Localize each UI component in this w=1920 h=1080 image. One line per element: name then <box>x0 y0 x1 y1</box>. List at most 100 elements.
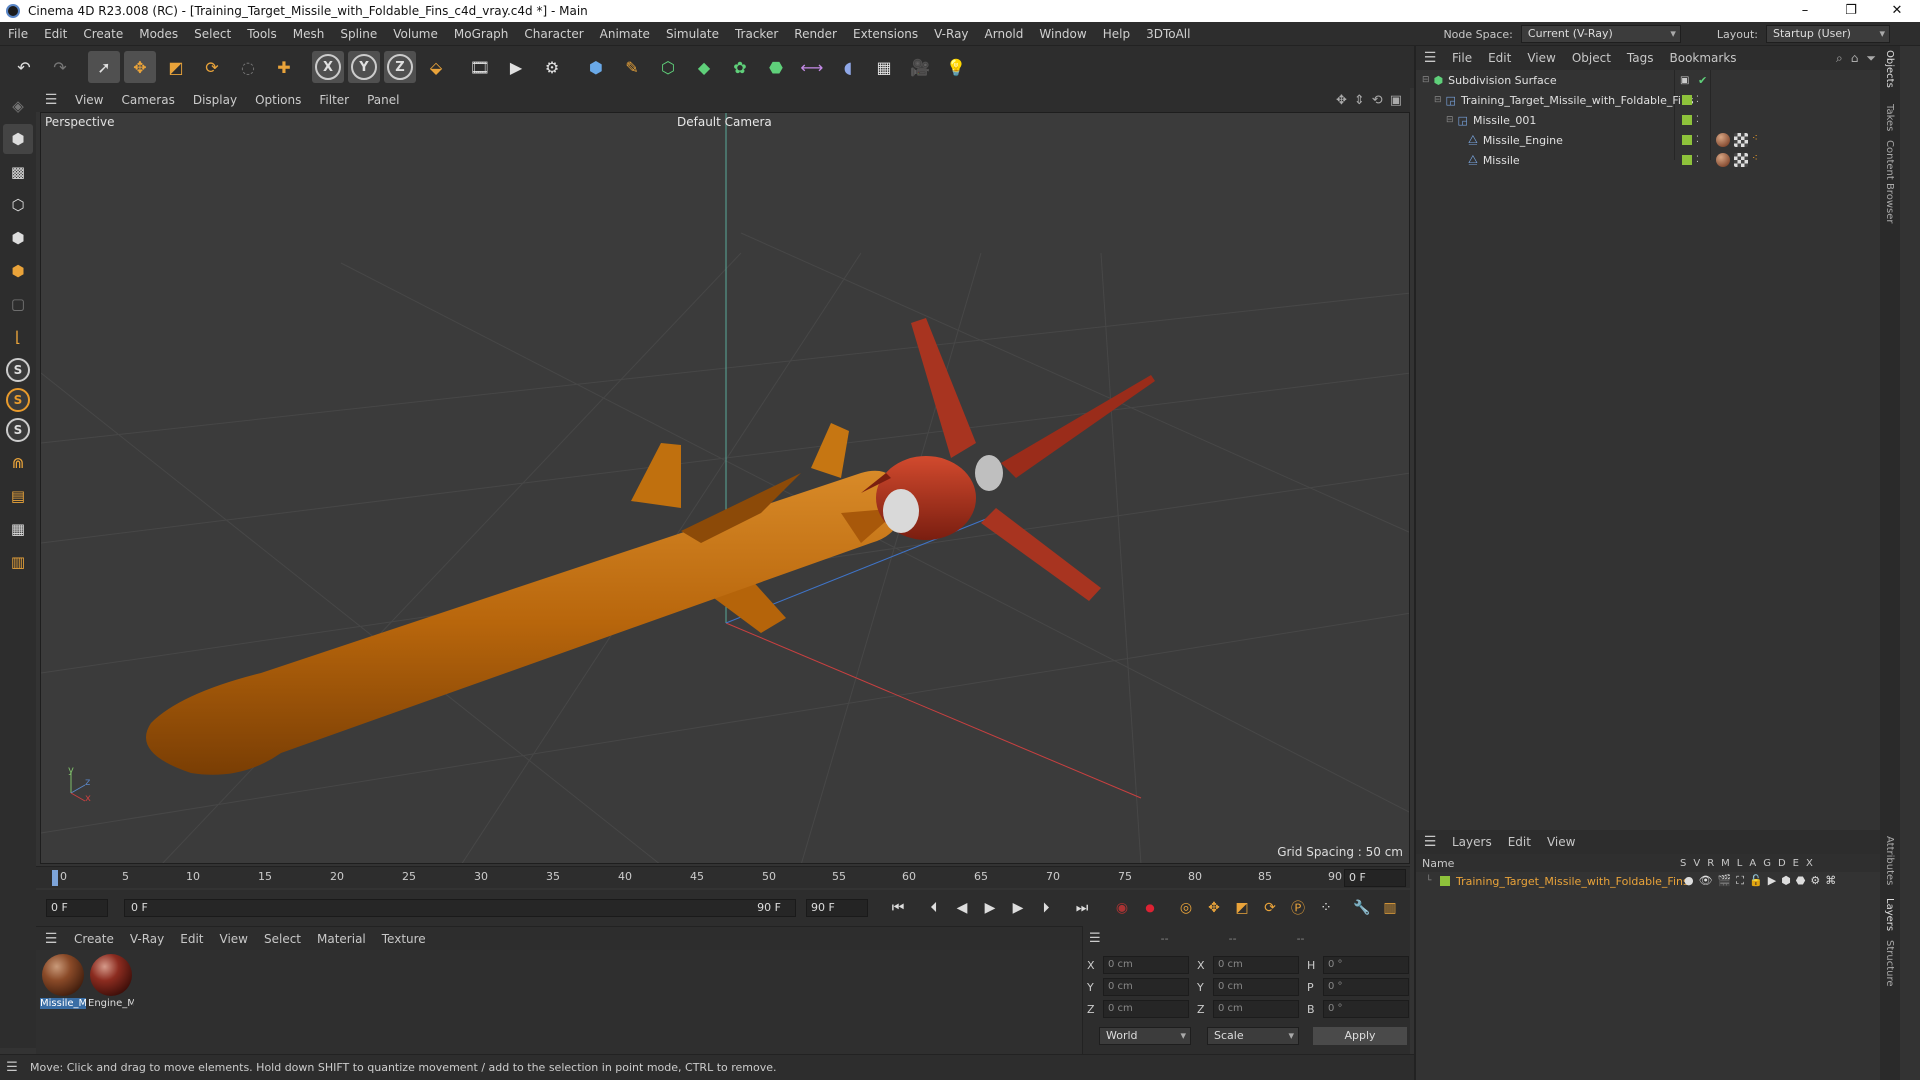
uv-mode-icon[interactable]: ▢ <box>3 289 33 319</box>
checkbox-icon[interactable]: ▣ <box>1680 75 1689 86</box>
y-axis-icon[interactable]: Y <box>348 51 380 83</box>
minimize-button[interactable]: – <box>1782 0 1828 22</box>
coord-size-field[interactable]: 0 cm <box>1213 1000 1299 1018</box>
object-row-missile-engine[interactable]: ⧋ Missile_Engine ⁚ ⁖ <box>1416 130 1894 150</box>
manager-icon[interactable]: ⛶ <box>1736 874 1744 888</box>
cube-icon[interactable]: ⬢ <box>580 51 612 83</box>
boole-icon[interactable]: ⬣ <box>760 51 792 83</box>
layer-flag[interactable] <box>1682 115 1692 125</box>
playhead[interactable] <box>52 870 58 886</box>
solo-icon[interactable]: ● <box>1684 874 1694 888</box>
move-icon[interactable]: ✥ <box>124 51 156 83</box>
hamburger-icon[interactable]: ☰ <box>1089 931 1101 946</box>
key-position-icon[interactable]: ✥ <box>1202 896 1226 920</box>
coord-rotation-field[interactable]: 0 ° <box>1323 1000 1409 1018</box>
model-mode-icon[interactable]: ◈ <box>3 91 33 121</box>
hamburger-icon[interactable]: ☰ <box>1416 50 1444 66</box>
material-menu-select[interactable]: Select <box>256 932 309 946</box>
snap-icon[interactable]: S <box>6 358 30 382</box>
uvw-tag-icon[interactable] <box>1734 153 1748 167</box>
collapse-icon[interactable]: ⊟ <box>1434 95 1442 105</box>
selection-tag-icon[interactable]: ⁖ <box>1752 153 1762 167</box>
menu-arnold[interactable]: Arnold <box>977 22 1032 46</box>
coord-size-field[interactable]: 0 cm <box>1213 956 1299 974</box>
maximize-view-icon[interactable]: ▣ <box>1390 93 1402 108</box>
render-settings-icon[interactable]: ⚙ <box>536 51 568 83</box>
hamburger-icon[interactable]: ☰ <box>1416 834 1444 850</box>
menu-render[interactable]: Render <box>786 22 845 46</box>
object-mode-icon[interactable]: ⬢ <box>3 124 33 154</box>
material-menu-view[interactable]: View <box>212 932 256 946</box>
menu-modes[interactable]: Modes <box>131 22 186 46</box>
object-menu-object[interactable]: Object <box>1564 51 1619 65</box>
menu-spline[interactable]: Spline <box>332 22 385 46</box>
layer-flag[interactable] <box>1682 95 1692 105</box>
menu-character[interactable]: Character <box>516 22 591 46</box>
object-row-missile[interactable]: ⧋ Missile ⁚ ⁖ <box>1416 150 1894 170</box>
key-parameter-icon[interactable]: Ⓟ <box>1286 896 1310 920</box>
axis-mode-icon[interactable]: ⌊ <box>3 322 33 352</box>
menu-edit[interactable]: Edit <box>36 22 75 46</box>
menu-tools[interactable]: Tools <box>239 22 285 46</box>
material-menu-material[interactable]: Material <box>309 932 374 946</box>
snap-workplane-icon[interactable]: S <box>6 418 30 442</box>
coordinate-mode-dropdown[interactable]: World <box>1099 1027 1191 1045</box>
dolly-icon[interactable]: ⇕ <box>1354 93 1365 108</box>
viewport-menu-panel[interactable]: Panel <box>358 93 408 107</box>
menu-vray[interactable]: V-Ray <box>926 22 976 46</box>
menu-volume[interactable]: Volume <box>385 22 446 46</box>
side-tab-takes[interactable]: Takes <box>1884 104 1895 131</box>
dope-sheet-icon[interactable]: ▥ <box>1378 896 1402 920</box>
viewport-menu-cameras[interactable]: Cameras <box>112 93 183 107</box>
generator-icon[interactable]: ⬢ <box>1781 874 1791 888</box>
frame-range-slider[interactable]: 0 F 90 F <box>124 899 796 917</box>
z-axis-icon[interactable]: Z <box>384 51 416 83</box>
collapse-icon[interactable]: ⊟ <box>1446 115 1454 125</box>
lock-icon[interactable]: 🔓 <box>1749 874 1763 888</box>
layer-flag[interactable] <box>1682 155 1692 165</box>
render-icon[interactable]: 🎬 <box>1718 874 1732 888</box>
next-key-icon[interactable]: ⏵ <box>1034 896 1058 920</box>
search-icon[interactable]: ⌕ <box>1836 51 1843 66</box>
lasso-icon[interactable]: ◌ <box>232 51 264 83</box>
material-menu-vray[interactable]: V-Ray <box>122 932 172 946</box>
extrude-icon[interactable]: ◆ <box>688 51 720 83</box>
coord-rotation-field[interactable]: 0 ° <box>1323 978 1409 996</box>
autokey-icon[interactable]: ⏺ <box>1138 896 1162 920</box>
scale-icon[interactable]: ◩ <box>160 51 192 83</box>
menu-file[interactable]: File <box>0 22 36 46</box>
edges-mode-icon[interactable]: ⬢ <box>3 223 33 253</box>
visibility-dots[interactable]: ⁚ <box>1696 135 1699 145</box>
apply-button[interactable]: Apply <box>1313 1027 1407 1045</box>
coord-position-field[interactable]: 0 cm <box>1103 1000 1189 1018</box>
side-tab-attributes[interactable]: Attributes <box>1884 836 1895 885</box>
hamburger-icon[interactable]: ☰ <box>36 931 66 947</box>
visibility-dots[interactable]: ⁚ <box>1696 95 1699 105</box>
layers-menu-view[interactable]: View <box>1539 835 1583 849</box>
selection-tag-icon[interactable]: ⁖ <box>1752 133 1762 147</box>
end-frame-field[interactable]: 90 F <box>806 899 868 917</box>
redo-icon[interactable]: ↷ <box>44 51 76 83</box>
coord-rotation-field[interactable]: 0 ° <box>1323 956 1409 974</box>
layers-menu-layers[interactable]: Layers <box>1444 835 1500 849</box>
material-menu-edit[interactable]: Edit <box>172 932 211 946</box>
key-scale-icon[interactable]: ◩ <box>1230 896 1254 920</box>
layout-dropdown[interactable]: Startup (User) <box>1766 25 1890 43</box>
key-rotation-icon[interactable]: ⟳ <box>1258 896 1282 920</box>
close-button[interactable]: ✕ <box>1874 0 1920 22</box>
eye-icon[interactable]: 👁 <box>1699 874 1713 888</box>
object-menu-file[interactable]: File <box>1444 51 1480 65</box>
camera-icon[interactable]: 🎥 <box>904 51 936 83</box>
side-tab-objects[interactable]: Objects <box>1884 50 1895 88</box>
key-pla-icon[interactable]: ⁘ <box>1314 896 1338 920</box>
object-menu-view[interactable]: View <box>1519 51 1563 65</box>
magnet-icon[interactable]: ⋒ <box>3 448 33 478</box>
menu-mesh[interactable]: Mesh <box>285 22 333 46</box>
side-tab-structure[interactable]: Structure <box>1884 940 1895 987</box>
pan-icon[interactable]: ✥ <box>1336 93 1347 108</box>
layer-row[interactable]: └ Training_Target_Missile_with_Foldable_… <box>1416 872 1894 890</box>
uvw-tag-icon[interactable] <box>1734 133 1748 147</box>
light-icon[interactable]: 💡 <box>940 51 972 83</box>
add-icon[interactable]: ✚ <box>268 51 300 83</box>
rotate-icon[interactable]: ⟳ <box>196 51 228 83</box>
